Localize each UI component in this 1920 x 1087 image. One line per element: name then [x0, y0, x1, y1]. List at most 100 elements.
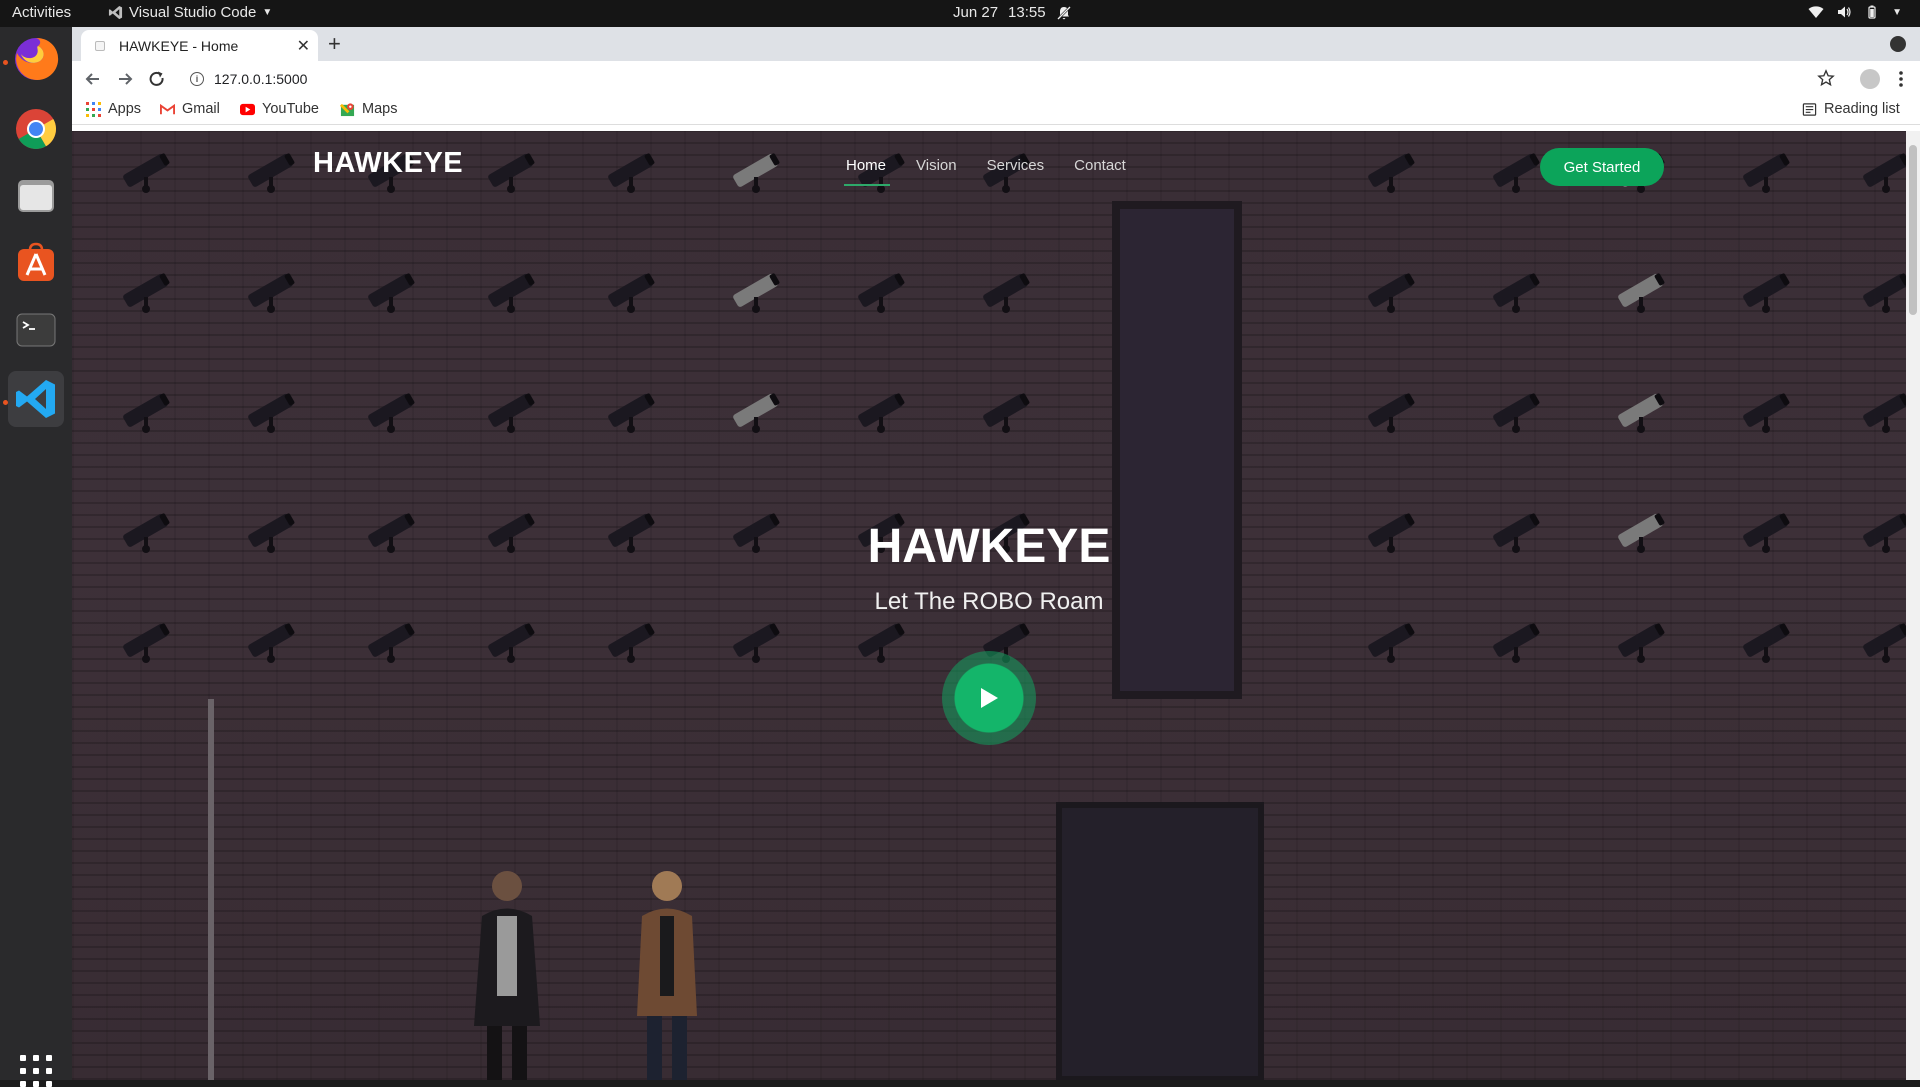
security-camera-icon	[123, 623, 170, 663]
maps-icon	[340, 102, 355, 116]
browser-tab[interactable]: HAWKEYE - Home ✕	[81, 30, 318, 61]
security-camera-icon	[248, 623, 295, 663]
dock-files[interactable]	[8, 168, 64, 224]
gmail-icon	[160, 103, 175, 114]
bookmark-gmail[interactable]: Gmail	[160, 101, 220, 117]
dock-vscode[interactable]	[8, 371, 64, 427]
new-tab-button[interactable]: +	[328, 31, 341, 57]
security-camera-icon	[1368, 273, 1415, 313]
address-bar[interactable]: i 127.0.0.1:5000	[180, 64, 1870, 94]
security-camera-icon	[983, 393, 1030, 433]
security-camera-icon	[123, 393, 170, 433]
app-menu[interactable]: Visual Studio Code ▼	[108, 4, 272, 21]
security-camera-icon	[608, 393, 655, 433]
bookmark-maps[interactable]: Maps	[340, 101, 397, 117]
security-camera-icon	[488, 393, 535, 433]
dock-terminal[interactable]	[8, 302, 64, 358]
security-camera-icon	[1618, 623, 1665, 663]
bookmark-star-icon[interactable]	[1817, 69, 1835, 87]
get-started-button[interactable]: Get Started	[1540, 148, 1664, 186]
hero-subtitle: Let The ROBO Roam	[874, 588, 1104, 615]
security-camera-icon	[733, 393, 780, 433]
reading-list-button[interactable]: Reading list	[1802, 101, 1900, 117]
web-page: HAWKEYE Home Vision Services Contact Get…	[72, 131, 1920, 1080]
terminal-icon	[16, 313, 56, 347]
dock-firefox[interactable]	[8, 31, 64, 87]
security-camera-icon	[1493, 393, 1540, 433]
app-menu-label: Visual Studio Code	[129, 4, 257, 21]
vscode-icon	[108, 5, 123, 20]
time-label: 13:55	[1008, 4, 1046, 21]
play-icon	[981, 688, 998, 708]
battery-icon	[1868, 5, 1876, 19]
background-window	[1112, 201, 1242, 699]
security-camera-icon	[1493, 623, 1540, 663]
page-scrollbar[interactable]	[1906, 131, 1920, 1080]
security-camera-icon	[1618, 393, 1665, 433]
browser-window: HAWKEYE - Home ✕ + i 127.0.0.1:5000 Apps	[72, 27, 1920, 1080]
chevron-down-icon: ▼	[1892, 6, 1902, 18]
clock[interactable]: Jun 27 13:55	[953, 4, 1072, 21]
security-camera-icon	[488, 273, 535, 313]
bookmarks-bar: Apps Gmail YouTube Maps Reading list	[72, 97, 1920, 125]
bookmark-label: Apps	[108, 101, 142, 117]
activities-button[interactable]: Activities	[12, 4, 71, 21]
dock-software[interactable]	[8, 235, 64, 291]
browser-toolbar: i 127.0.0.1:5000	[72, 61, 1920, 97]
security-camera-icon	[248, 393, 295, 433]
security-camera-icon	[1743, 393, 1790, 433]
security-camera-icon	[858, 623, 905, 663]
nav-services[interactable]: Services	[987, 157, 1045, 174]
bookmark-youtube[interactable]: YouTube	[240, 101, 319, 117]
nav-contact[interactable]: Contact	[1074, 157, 1126, 174]
person-figure	[637, 871, 697, 1080]
date-label: Jun 27	[953, 4, 999, 21]
tab-search-icon[interactable]	[1890, 36, 1906, 52]
volume-icon	[1838, 6, 1851, 18]
security-camera-icon	[1618, 273, 1665, 313]
security-camera-icon	[608, 623, 655, 663]
play-video-button[interactable]	[942, 651, 1036, 745]
system-top-bar: Activities Visual Studio Code ▼ Jun 27 1…	[0, 0, 1920, 27]
nav-vision[interactable]: Vision	[916, 157, 957, 174]
security-camera-icon	[1493, 273, 1540, 313]
bookmark-label: Gmail	[182, 101, 220, 117]
site-logo[interactable]: HAWKEYE	[313, 147, 463, 180]
system-tray[interactable]: ▼	[1808, 4, 1902, 20]
url-text: 127.0.0.1:5000	[214, 71, 308, 87]
reload-icon[interactable]	[147, 69, 167, 89]
security-camera-icon	[1368, 623, 1415, 663]
forward-icon[interactable]	[115, 69, 135, 89]
wifi-icon	[1808, 6, 1824, 18]
vscode-icon	[16, 380, 55, 418]
hero-title: HAWKEYE	[867, 520, 1111, 573]
tab-title: HAWKEYE - Home	[119, 37, 239, 54]
security-camera-icon	[123, 273, 170, 313]
site-info-icon[interactable]: i	[190, 72, 204, 86]
reading-list-icon	[1802, 102, 1817, 116]
files-icon	[18, 180, 54, 212]
back-icon[interactable]	[83, 69, 103, 89]
nav-home[interactable]: Home	[843, 157, 891, 186]
chrome-icon	[16, 109, 56, 149]
close-tab-icon[interactable]: ✕	[297, 36, 310, 56]
security-camera-icon	[368, 393, 415, 433]
profile-avatar[interactable]	[1860, 69, 1880, 89]
security-camera-icon	[983, 273, 1030, 313]
youtube-icon	[240, 103, 255, 115]
security-camera-icon	[733, 623, 780, 663]
bookmark-label: YouTube	[262, 101, 319, 117]
menu-kebab-icon[interactable]	[1892, 69, 1910, 89]
tab-strip: HAWKEYE - Home ✕ +	[72, 27, 1920, 61]
scrollbar-thumb[interactable]	[1909, 145, 1917, 315]
site-header: HAWKEYE Home Vision Services Contact Get…	[72, 131, 1906, 201]
chevron-down-icon: ▼	[262, 7, 273, 18]
bookmark-apps[interactable]: Apps	[86, 101, 141, 117]
page-favicon	[95, 40, 105, 51]
apps-grid-icon	[86, 101, 101, 117]
reading-list-label: Reading list	[1824, 101, 1900, 117]
bookmark-label: Maps	[362, 101, 398, 117]
dock-chrome[interactable]	[8, 101, 64, 157]
show-applications-icon[interactable]	[20, 1055, 52, 1087]
security-camera-icon	[1743, 273, 1790, 313]
